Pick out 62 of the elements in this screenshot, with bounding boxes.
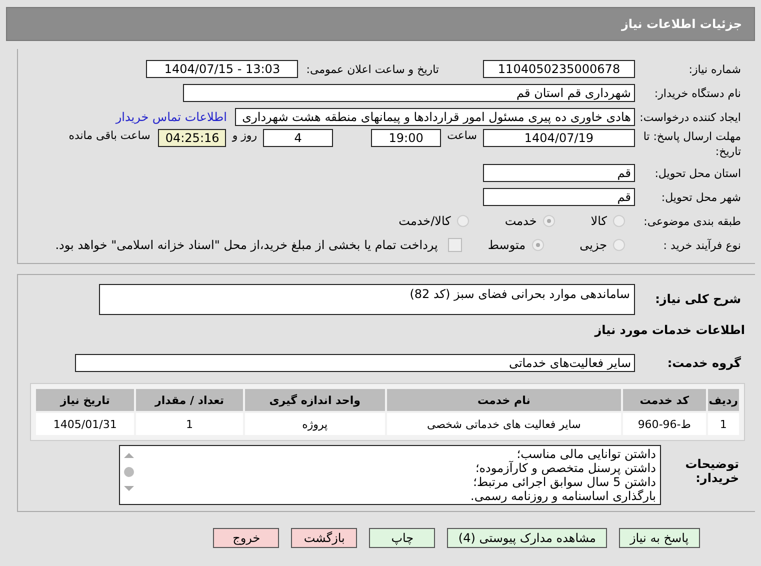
contact-link[interactable]: اطلاعات تماس خریدار [116, 110, 235, 124]
field-label: تاریخ و ساعت اعلان عمومی: [305, 62, 440, 76]
field-label: گروه خدمت: [666, 356, 742, 370]
radio-label: خدمت [504, 214, 537, 228]
column-header: تاریخ نیاز [36, 389, 134, 411]
table-cell: 1405/01/31 [36, 413, 134, 435]
radio-button[interactable] [532, 239, 544, 251]
radio-label: جزیی [580, 238, 607, 252]
column-header: نام خدمت [386, 389, 621, 411]
field-label: شماره نیاز: [688, 62, 742, 76]
table-cell: پروژه [244, 413, 385, 435]
column-header: کد خدمت [622, 389, 706, 411]
input-field[interactable]: 19:00 [371, 129, 442, 147]
field-label: ساعت [446, 129, 478, 142]
radio-button[interactable] [542, 215, 555, 227]
description-field[interactable]: ساماندهی موارد بحرانی فضای سبز (کد 82) [99, 284, 635, 314]
action-button[interactable]: مشاهده مدارک پیوستی (4) [447, 528, 607, 548]
section-title: اطلاعات خدمات مورد نیاز [594, 322, 746, 339]
field-label: نام دستگاه خریدار: [653, 86, 742, 100]
column-header: تعداد / مقدار [136, 389, 243, 411]
input-field[interactable]: 1404/07/15 - 13:03 [146, 60, 298, 78]
action-button[interactable]: پاسخ به نیاز [618, 528, 700, 548]
input-field[interactable]: قم [483, 164, 635, 182]
input-field[interactable]: هادی خاوری ده پیری مسئول امور قراردادها و پیمانهای منطقه هشت شهرداری [235, 108, 635, 126]
column-header: ردیف [708, 389, 739, 411]
field-label: ساعت باقی مانده [68, 129, 152, 142]
input-field[interactable]: 1104050235000678 [483, 60, 635, 78]
page-title: جزئیات اطلاعات نیاز [621, 17, 742, 31]
notes-text: داشتن توانایی مالی مناسب؛ داشتن پرسنل متخصص و کارآزموده؛ داشتن 5 سال سوابق اجرائی مرتبط؛ بارگذاری اساسنامه و روزنامه رسمی. [470, 446, 657, 504]
field-label: نوع فرآیند خرید : [662, 238, 742, 252]
table-cell: ط-96-960 [622, 413, 706, 435]
input-field[interactable]: شهرداری قم استان قم [183, 84, 635, 102]
table-cell: 1 [708, 413, 739, 435]
action-button[interactable]: خروج [213, 528, 280, 548]
field-label: ایجاد کننده درخواست: [638, 110, 742, 124]
radio-button[interactable] [613, 239, 625, 251]
field-label: روز و [230, 129, 258, 142]
field-label: توضیحات خریدار: [684, 456, 740, 485]
action-button[interactable]: چاپ [369, 528, 436, 548]
checkbox-label: پرداخت تمام یا بخشی از مبلغ خرید،از محل "اسناد خزانه اسلامی" خواهد بود. [55, 238, 438, 252]
field-label: مهلت ارسال پاسخ: تا تاریخ: [642, 129, 742, 159]
countdown-field: 04:25:16 [158, 129, 226, 147]
radio-label: کالا [590, 214, 607, 228]
field-label: استان محل تحویل: [654, 166, 742, 180]
radio-label: متوسط [488, 238, 526, 252]
radio-label: کالا/خدمت [398, 214, 451, 228]
field-label: شهر محل تحویل: [660, 190, 742, 204]
notes-field[interactable]: داشتن توانایی مالی مناسب؛ داشتن پرسنل متخصص و کارآزموده؛ داشتن 5 سال سوابق اجرائی مرتبط؛ بارگذاری اساسنامه و روزنامه رسمی. [119, 445, 661, 505]
input-field[interactable]: 1404/07/19 [483, 129, 635, 147]
table-cell: 1 [136, 413, 243, 435]
action-button[interactable]: بازگشت [291, 528, 358, 548]
scrollbar-icon[interactable] [123, 452, 135, 492]
input-field[interactable]: سایر فعالیت‌های خدماتی [75, 354, 635, 372]
column-header: واحد اندازه گیری [244, 389, 385, 411]
radio-button[interactable] [456, 215, 469, 227]
input-field[interactable]: 4 [263, 129, 334, 147]
checkbox[interactable] [448, 238, 462, 252]
radio-button[interactable] [613, 215, 625, 227]
field-label: طبقه بندی موضوعی: [642, 214, 742, 228]
table-cell: سایر فعالیت های خدماتی شخصی [386, 413, 621, 435]
field-label: شرح کلی نیاز: [654, 292, 742, 306]
input-field[interactable]: قم [483, 188, 635, 206]
